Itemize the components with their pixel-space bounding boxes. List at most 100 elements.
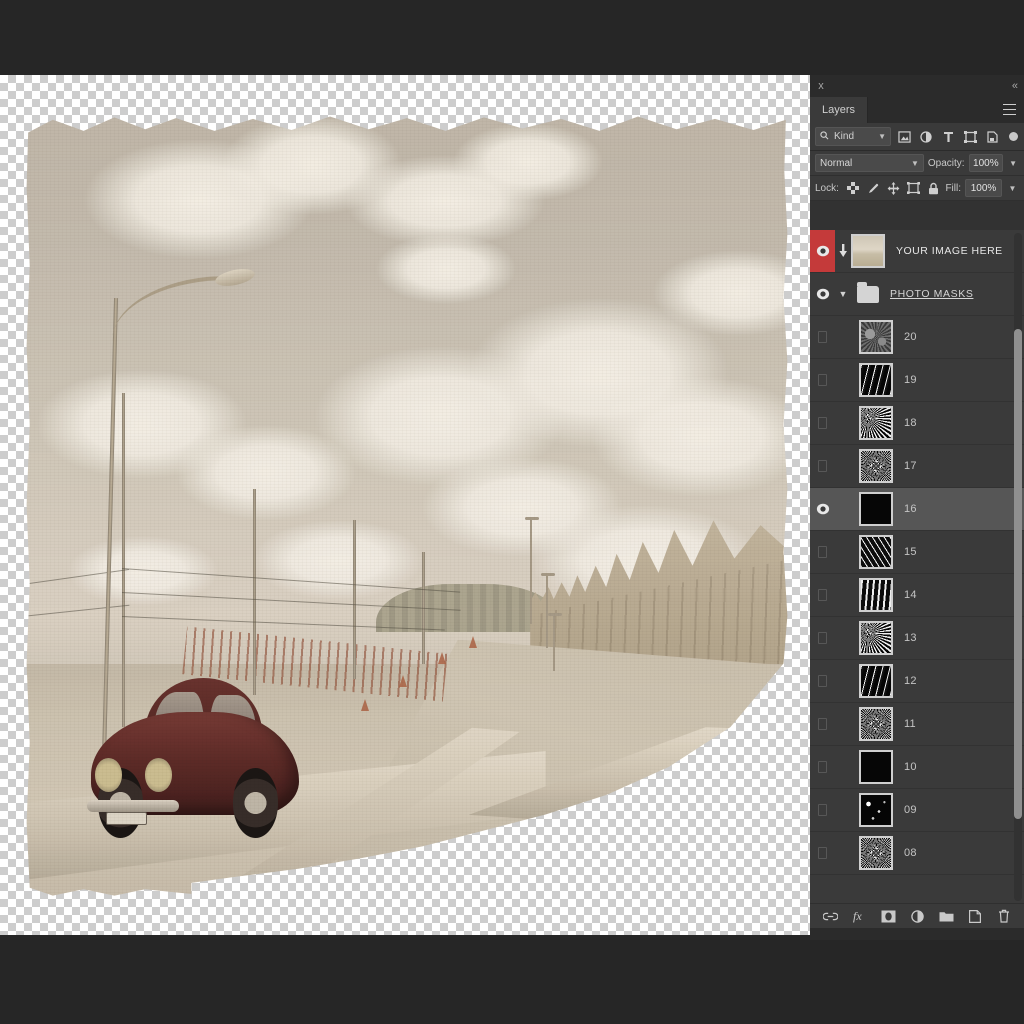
lock-position-icon[interactable]	[887, 182, 900, 195]
layer-list[interactable]: YOUR IMAGE HERE ▼ PHOTO MASKS 20 19 18 17 16 15 1…	[810, 230, 1024, 903]
eye-icon	[818, 546, 827, 558]
layer-name[interactable]: 14	[904, 589, 917, 601]
layer-row[interactable]: 09	[810, 789, 1024, 832]
layer-row[interactable]: 18	[810, 402, 1024, 445]
layer-row[interactable]: YOUR IMAGE HERE	[810, 230, 1024, 273]
fill-input[interactable]: 100%	[965, 179, 1002, 197]
layer-visibility-toggle[interactable]	[810, 832, 835, 874]
chevron-down-icon[interactable]: ▼	[878, 132, 886, 141]
scrollbar-thumb[interactable]	[1014, 329, 1022, 819]
eye-icon	[818, 718, 827, 730]
layer-row[interactable]: 15	[810, 531, 1024, 574]
layer-visibility-toggle[interactable]	[810, 359, 835, 401]
fill-stepper-icon[interactable]: ▼	[1006, 179, 1019, 197]
layer-name[interactable]: 15	[904, 546, 917, 558]
panel-menu-icon[interactable]	[1003, 104, 1016, 115]
layer-thumbnail[interactable]	[859, 793, 893, 827]
layer-name[interactable]: 17	[904, 460, 917, 472]
layer-thumbnail[interactable]	[859, 621, 893, 655]
delete-layer-button[interactable]	[997, 909, 1012, 924]
filter-adjustment-icon[interactable]	[917, 127, 935, 146]
layer-thumbnail[interactable]	[859, 836, 893, 870]
layer-thumbnail-texture	[861, 451, 891, 481]
opacity-input[interactable]: 100%	[969, 154, 1004, 172]
layer-row[interactable]: 12	[810, 660, 1024, 703]
layer-thumbnail[interactable]	[859, 406, 893, 440]
layer-visibility-toggle[interactable]	[810, 746, 835, 788]
lock-transparent-pixels-icon[interactable]	[847, 182, 860, 195]
layer-visibility-toggle[interactable]	[810, 445, 835, 487]
layer-name[interactable]: 08	[904, 847, 917, 859]
layer-visibility-toggle[interactable]	[810, 703, 835, 745]
group-disclosure-icon[interactable]: ▼	[835, 289, 851, 299]
new-layer-button[interactable]	[968, 909, 983, 924]
layer-name[interactable]: PHOTO MASKS	[890, 288, 973, 300]
layer-name[interactable]: 10	[904, 761, 917, 773]
filter-shape-icon[interactable]	[961, 127, 979, 146]
opacity-stepper-icon[interactable]: ▼	[1007, 154, 1019, 172]
chevron-down-icon[interactable]: ▼	[911, 159, 919, 168]
collapse-panel-icon[interactable]: «	[1012, 78, 1018, 94]
blend-mode-select[interactable]: Normal ▼	[815, 154, 924, 172]
layer-thumbnail[interactable]	[859, 535, 893, 569]
layer-thumbnail[interactable]	[859, 664, 893, 698]
add-layer-mask-button[interactable]	[881, 909, 896, 924]
document-canvas[interactable]	[0, 75, 810, 935]
layer-thumbnail[interactable]	[859, 578, 893, 612]
lock-artboard-icon[interactable]	[907, 182, 920, 195]
layer-thumbnail[interactable]	[859, 363, 893, 397]
layer-row[interactable]: 11	[810, 703, 1024, 746]
layer-name[interactable]: 11	[904, 718, 916, 730]
layer-visibility-toggle[interactable]	[810, 574, 835, 616]
filter-smart-object-icon[interactable]	[983, 127, 1001, 146]
layer-name[interactable]: 18	[904, 417, 917, 429]
lock-all-icon[interactable]	[927, 182, 940, 195]
layer-name[interactable]: 19	[904, 374, 917, 386]
layer-visibility-toggle[interactable]	[810, 488, 835, 530]
layer-row[interactable]: 13	[810, 617, 1024, 660]
layer-name[interactable]: 13	[904, 632, 917, 644]
lock-image-pixels-icon[interactable]	[867, 182, 880, 195]
new-adjustment-layer-button[interactable]	[910, 909, 925, 924]
close-icon[interactable]: x	[810, 75, 832, 97]
layer-visibility-toggle[interactable]	[810, 402, 835, 444]
layer-thumbnail[interactable]	[859, 750, 893, 784]
layer-row[interactable]: 17	[810, 445, 1024, 488]
layer-row[interactable]: 20	[810, 316, 1024, 359]
layer-visibility-toggle[interactable]	[810, 660, 835, 702]
layer-thumbnail[interactable]	[851, 234, 885, 268]
layer-thumbnail[interactable]	[859, 492, 893, 526]
layer-list-scrollbar[interactable]	[1014, 233, 1022, 901]
layer-visibility-toggle[interactable]	[810, 273, 835, 315]
layer-visibility-toggle[interactable]	[810, 531, 835, 573]
filter-enable-toggle[interactable]	[1008, 127, 1019, 146]
layer-thumbnail[interactable]	[859, 707, 893, 741]
layer-row[interactable]: ▼ PHOTO MASKS	[810, 273, 1024, 316]
filter-kind-select[interactable]: Kind ▼	[815, 127, 891, 146]
layer-visibility-toggle[interactable]	[810, 316, 835, 358]
layer-thumbnail-texture	[853, 236, 883, 266]
layer-name[interactable]: YOUR IMAGE HERE	[896, 245, 1003, 257]
filter-pixel-icon[interactable]	[895, 127, 913, 146]
filter-type-icon[interactable]	[939, 127, 957, 146]
layer-row[interactable]: 08	[810, 832, 1024, 875]
layer-visibility-toggle[interactable]	[810, 617, 835, 659]
layer-thumbnail[interactable]	[859, 449, 893, 483]
dock-bottom-chrome	[810, 940, 1024, 1024]
new-group-button[interactable]	[939, 909, 954, 924]
tab-layers[interactable]: Layers	[810, 97, 868, 123]
layer-name[interactable]: 12	[904, 675, 917, 687]
layer-name[interactable]: 16	[904, 503, 917, 515]
layer-visibility-toggle[interactable]	[810, 789, 835, 831]
layer-row[interactable]: 16	[810, 488, 1024, 531]
layer-style-button[interactable]: fx	[852, 909, 867, 924]
lane-marking	[560, 823, 716, 894]
layer-thumbnail[interactable]	[859, 320, 893, 354]
layer-row[interactable]: 19	[810, 359, 1024, 402]
layer-visibility-toggle[interactable]	[810, 230, 835, 272]
layer-row[interactable]: 14	[810, 574, 1024, 617]
link-layers-button[interactable]	[823, 909, 838, 924]
layer-name[interactable]: 09	[904, 804, 917, 816]
layer-row[interactable]: 10	[810, 746, 1024, 789]
layer-name[interactable]: 20	[904, 331, 917, 343]
